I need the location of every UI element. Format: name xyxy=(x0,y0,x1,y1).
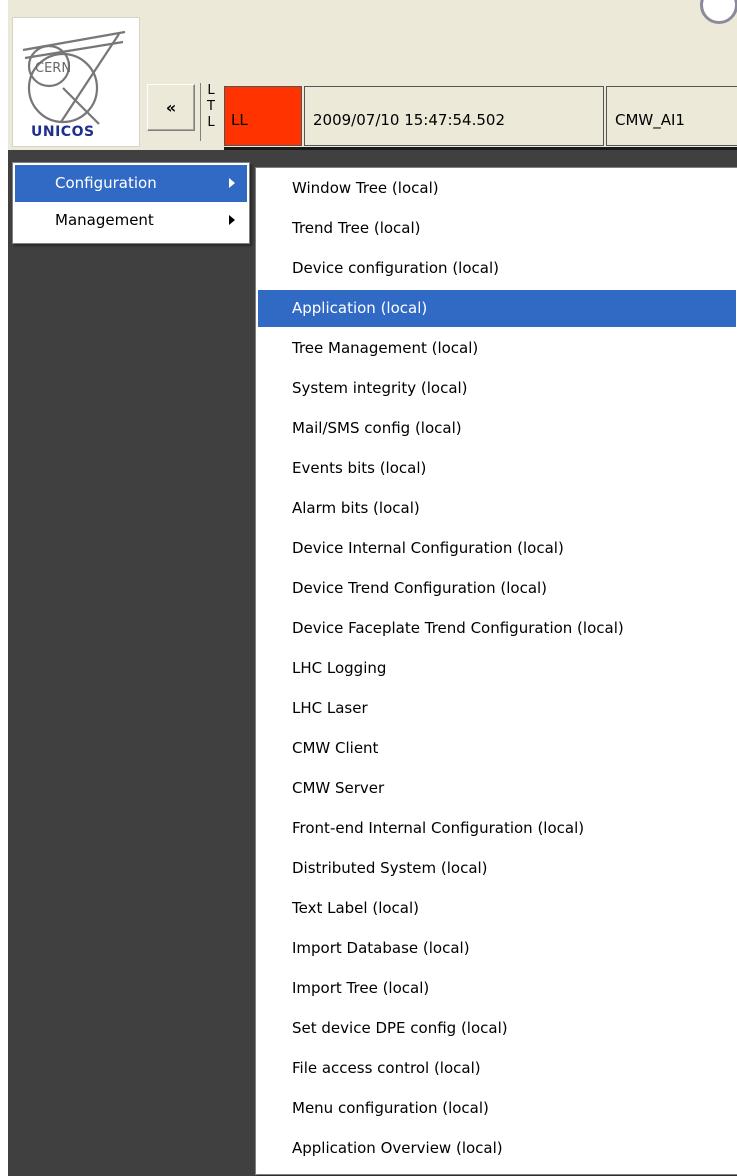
menu-item-label: Device Trend Configuration (local) xyxy=(292,579,548,597)
collapse-button[interactable]: « xyxy=(147,84,195,131)
logo-text: CERN xyxy=(35,61,71,76)
menu-item[interactable]: Menu configuration (local) xyxy=(258,1090,736,1127)
menu-item[interactable]: Events bits (local) xyxy=(258,450,736,487)
ltl-indicator: L T L xyxy=(203,83,219,149)
menu-item-label: Distributed System (local) xyxy=(292,859,488,877)
divider xyxy=(200,83,201,141)
menu-item-label: Import Database (local) xyxy=(292,939,470,957)
menu-item-label: Alarm bits (local) xyxy=(292,499,420,517)
unicos-label: UNICOS xyxy=(31,124,95,140)
menu-item-label: Mail/SMS config (local) xyxy=(292,419,462,437)
ltl-letter: L xyxy=(207,115,215,130)
menu-item-label: File access control (local) xyxy=(292,1059,481,1077)
menu-item[interactable]: Trend Tree (local) xyxy=(258,210,736,247)
menu-item[interactable]: Device Internal Configuration (local) xyxy=(258,530,736,567)
menu-item-label: Text Label (local) xyxy=(292,899,419,917)
menu-item-label: CMW Client xyxy=(292,739,379,757)
menu-item-label: System integrity (local) xyxy=(292,379,468,397)
menu-item[interactable]: Mail/SMS config (local) xyxy=(258,410,736,447)
menu-item-label: Import Tree (local) xyxy=(292,979,430,997)
ltl-letter: T xyxy=(207,99,215,114)
alarm-status-text: LL xyxy=(231,111,248,129)
menu-item[interactable]: System integrity (local) xyxy=(258,370,736,407)
menu-item-label: Device configuration (local) xyxy=(292,259,499,277)
menu-item-label: CMW Server xyxy=(292,779,385,797)
menu-item-label: Front-end Internal Configuration (local) xyxy=(292,819,585,837)
submenu-arrow-icon xyxy=(229,215,235,225)
menu-item[interactable]: Application Overview (local) xyxy=(258,1130,736,1167)
menu-item-label: Configuration xyxy=(55,174,157,192)
menu-item-label: Management xyxy=(55,211,154,229)
menu-item-label: Set device DPE config (local) xyxy=(292,1019,508,1037)
cern-unicos-logo: CERN UNICOS xyxy=(12,17,140,147)
left-margin xyxy=(0,0,8,1176)
timestamp-field: 2009/07/10 15:47:54.502 xyxy=(304,86,604,146)
menu-item[interactable]: Device Trend Configuration (local) xyxy=(258,570,736,607)
menu-item-label: Window Tree (local) xyxy=(292,179,439,197)
submenu-arrow-icon xyxy=(229,178,235,188)
menu-item-label: Menu configuration (local) xyxy=(292,1099,489,1117)
alarm-status-cell[interactable]: LL xyxy=(224,86,302,146)
menu-item[interactable]: Text Label (local) xyxy=(258,890,736,927)
menu-item[interactable]: Device Faceplate Trend Configuration (lo… xyxy=(258,610,736,647)
menu-item-label: Tree Management (local) xyxy=(292,339,479,357)
menu-item[interactable]: LHC Logging xyxy=(258,650,736,687)
menu-item[interactable]: Device configuration (local) xyxy=(258,250,736,287)
main-popup-menu: Configuration Management xyxy=(12,162,250,244)
menu-item[interactable]: Import Database (local) xyxy=(258,930,736,967)
menu-item-selected[interactable]: Application (local) xyxy=(258,290,736,327)
menu-item[interactable]: CMW Client xyxy=(258,730,736,767)
source-field: CMW_AI1 xyxy=(606,86,737,146)
menu-item[interactable]: File access control (local) xyxy=(258,1050,736,1087)
menu-item[interactable]: Window Tree (local) xyxy=(258,170,736,207)
menu-item[interactable]: LHC Laser xyxy=(258,690,736,727)
menu-item-configuration[interactable]: Configuration xyxy=(15,165,247,202)
menu-item[interactable]: Import Tree (local) xyxy=(258,970,736,1007)
ltl-letter: L xyxy=(207,83,215,98)
menu-item[interactable]: Distributed System (local) xyxy=(258,850,736,887)
menu-item[interactable]: Alarm bits (local) xyxy=(258,490,736,527)
menu-item[interactable]: Front-end Internal Configuration (local) xyxy=(258,810,736,847)
menu-item-label: Device Faceplate Trend Configuration (lo… xyxy=(292,619,624,637)
double-chevron-left-icon: « xyxy=(165,98,177,117)
menu-item-label: Device Internal Configuration (local) xyxy=(292,539,564,557)
menu-item[interactable]: CMW Server xyxy=(258,770,736,807)
menu-item-label: Application Overview (local) xyxy=(292,1139,503,1157)
menu-item-label: Events bits (local) xyxy=(292,459,427,477)
menu-item-label: Application (local) xyxy=(292,299,428,317)
menu-item-label: LHC Logging xyxy=(292,659,387,677)
menu-item-label: Trend Tree (local) xyxy=(292,219,421,237)
menu-item-label: LHC Laser xyxy=(292,699,368,717)
menu-item[interactable]: Tree Management (local) xyxy=(258,330,736,367)
menu-item-management[interactable]: Management xyxy=(15,202,247,239)
configuration-submenu: Window Tree (local) Trend Tree (local) D… xyxy=(255,167,737,1175)
menu-item[interactable]: Set device DPE config (local) xyxy=(258,1010,736,1047)
